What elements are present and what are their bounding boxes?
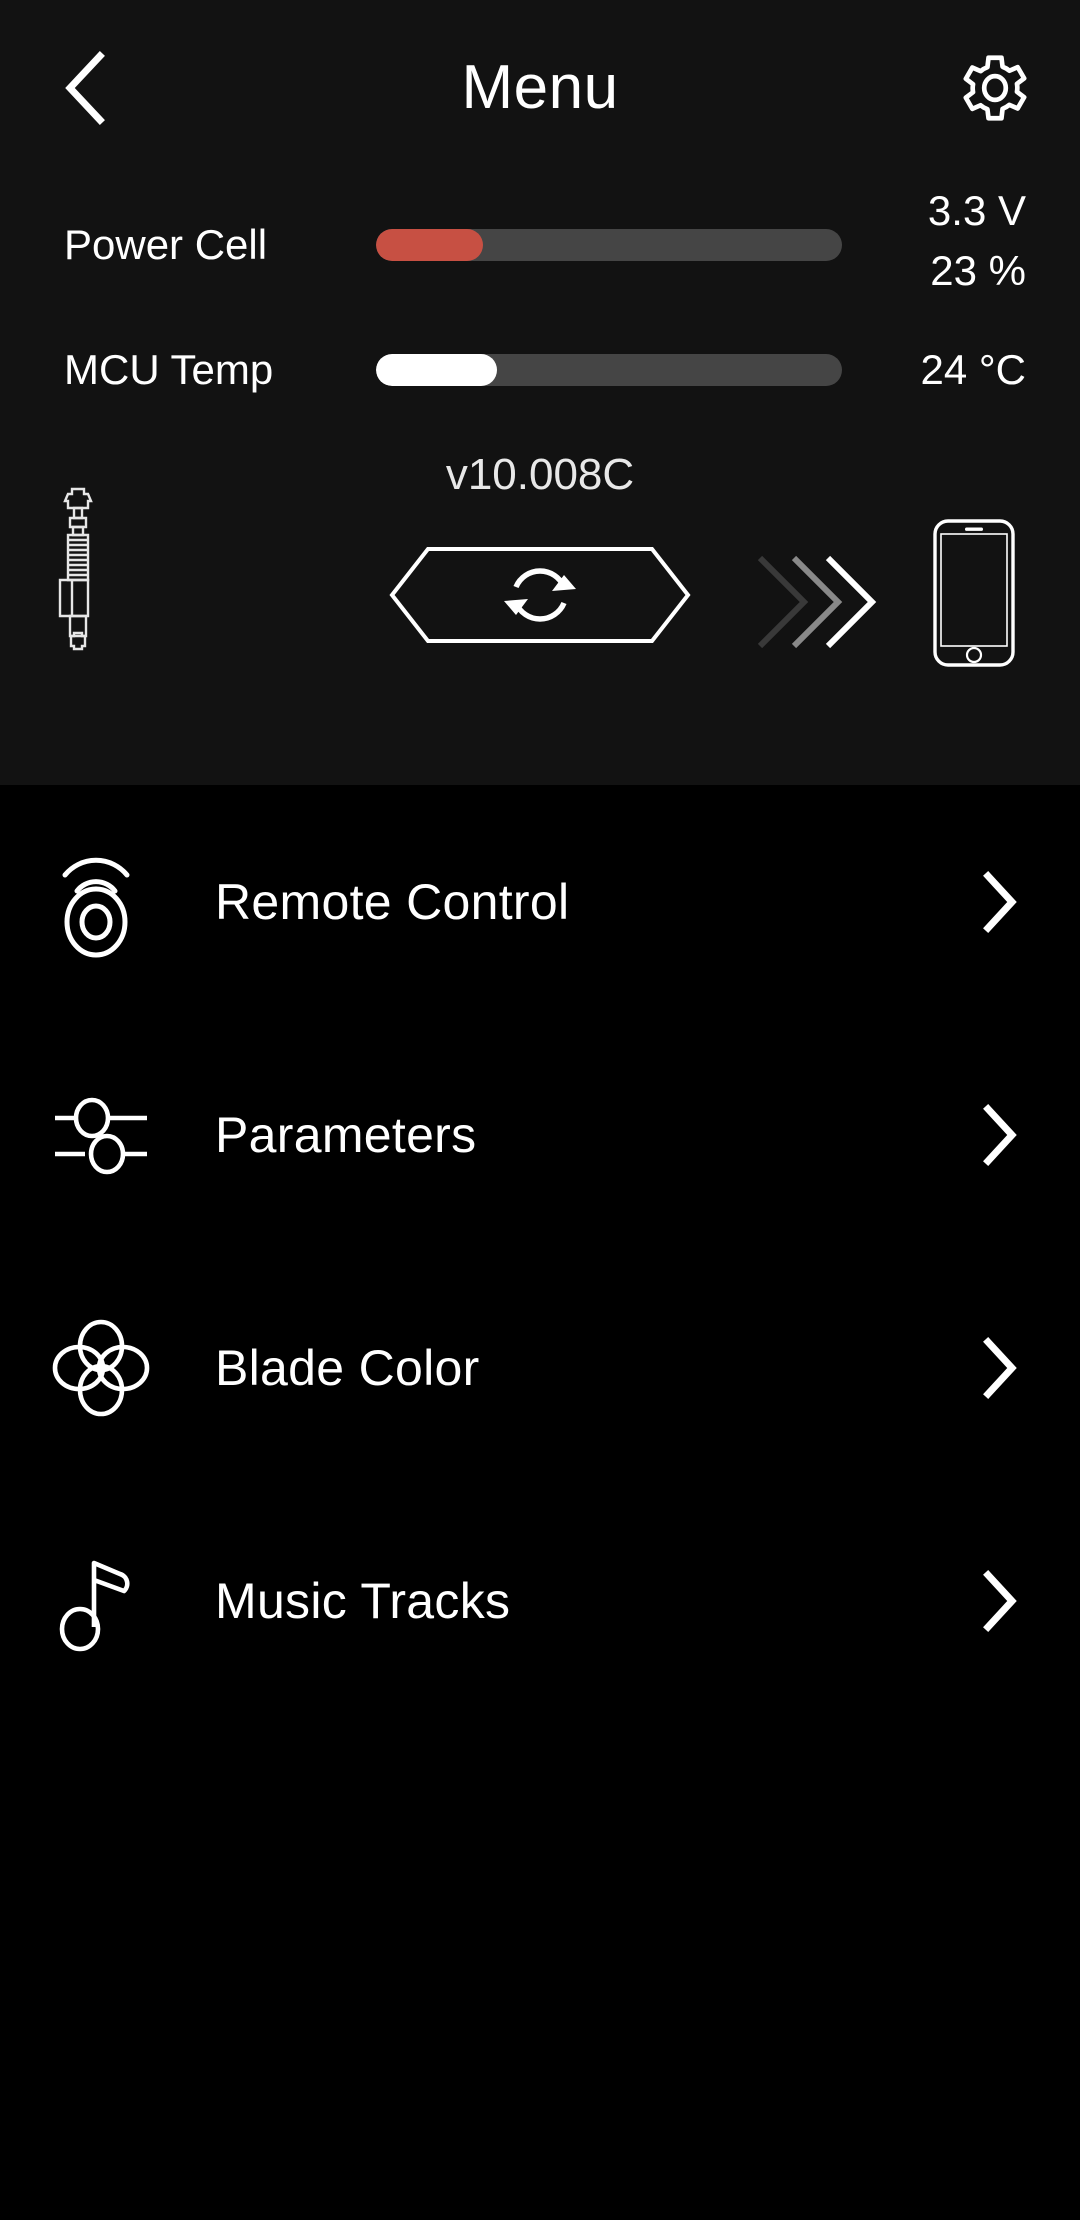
power-cell-bar-track (376, 229, 842, 261)
power-cell-voltage: 3.3 V (927, 187, 1026, 234)
mcu-temp-label: MCU Temp (64, 346, 274, 393)
music-note-icon (46, 1546, 156, 1656)
gear-icon (959, 52, 1031, 124)
menu-item-parameters[interactable]: Parameters (0, 1018, 1080, 1251)
sync-button[interactable] (388, 545, 692, 645)
menu-item-label: Music Tracks (215, 1572, 511, 1629)
stat-row-power-cell: Power Cell 3.3 V 23 % (0, 187, 1080, 294)
refresh-sync-icon (513, 568, 567, 622)
chevron-right-icon[interactable] (966, 1333, 1036, 1403)
menu-item-label: Parameters (215, 1106, 477, 1163)
mcu-temp-bar-fill (376, 354, 498, 386)
menu-item-label: Blade Color (215, 1339, 480, 1396)
smartphone-icon (932, 518, 1016, 668)
menu-item-music-tracks[interactable]: Music Tracks (0, 1484, 1080, 1717)
chevron-right-icon[interactable] (966, 1100, 1036, 1170)
chevron-right-icon[interactable] (966, 1566, 1036, 1636)
power-cell-bar-fill (376, 229, 484, 261)
color-wheel-icon (46, 1313, 156, 1423)
mcu-temp-value: 24 °C (920, 346, 1026, 393)
menu-screen: Menu Power Cell 3.3 V 23 % MCU Temp 24 °… (0, 0, 1080, 2220)
sliders-icon (46, 1080, 156, 1190)
lightsaber-hilt-icon (46, 480, 110, 652)
menu-item-remote-control[interactable]: Remote Control (0, 785, 1080, 1018)
settings-button[interactable] (940, 38, 1050, 138)
page-title: Menu (461, 53, 619, 122)
double-chevron-right-icon (752, 548, 882, 656)
power-cell-values: 3.3 V 23 % (816, 181, 1026, 301)
menu-item-label: Remote Control (215, 873, 570, 930)
mcu-temp-bar-track (376, 354, 842, 386)
power-cell-label: Power Cell (64, 221, 268, 268)
menu-list: Remote Control Parameters Blade Color Mu… (0, 785, 1080, 1717)
app-header: Menu (0, 0, 1080, 165)
firmware-version: v10.008C (445, 450, 635, 499)
stat-row-mcu-temp: MCU Temp 24 °C (0, 340, 1080, 400)
status-panel: Menu Power Cell 3.3 V 23 % MCU Temp 24 °… (0, 0, 1080, 785)
chevron-right-icon[interactable] (966, 867, 1036, 937)
menu-item-blade-color[interactable]: Blade Color (0, 1251, 1080, 1484)
remote-control-icon (46, 847, 156, 957)
power-cell-percent: 23 % (930, 247, 1026, 294)
